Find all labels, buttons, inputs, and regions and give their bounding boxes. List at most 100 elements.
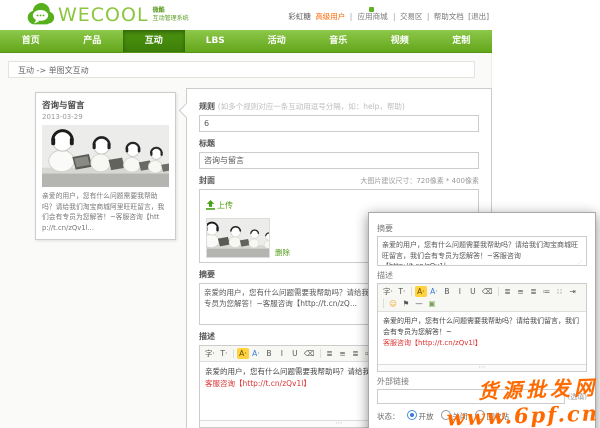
status-option-closed[interactable]: 关闭 (440, 410, 468, 422)
logo-subtitle-cn: 微酷 (152, 6, 165, 14)
popup-external-link-row: (选填) (377, 389, 587, 404)
status-option-open[interactable]: 开放 (406, 410, 434, 422)
message-preview-card: 咨询与留言 2013-03-29 亲爱的用户，您有什么问题需要我帮助吗？请给我们… (35, 92, 176, 241)
wecool-app-window: WECOOL 微酷 互动管理系统 彩虹糖 高级用户 | 应用商城 | 交易区 |… (0, 0, 600, 428)
popup-rich-editor: 字· T· A· A· B I U ⌫ ≣ ≡ ≣ ≔ ∷ ⇥ ☺ ⚑ — ▣ … (377, 283, 587, 372)
cover-label-row: 封面 大图片建议尺寸：720像素 * 400像素 (199, 175, 479, 186)
textarea-resize-grip-icon[interactable]: ⋰ (576, 259, 582, 265)
align-left-button[interactable]: ≣ (324, 348, 336, 359)
nav-item-activity[interactable]: 活动 (246, 30, 308, 52)
nav-item-lbs[interactable]: LBS (185, 30, 247, 52)
media-button[interactable]: ⚑ (400, 298, 412, 309)
toolbar-divider (232, 349, 234, 358)
edit-dialog: 摘要 亲爱的用户，您有什么问题需要我帮助吗？请给我们淘宝商城旺旺留言，我们会有专… (368, 212, 596, 428)
nav-item-video[interactable]: 视频 (369, 30, 431, 52)
popup-summary-label: 摘要 (377, 224, 393, 233)
align-left-button[interactable]: ≣ (502, 286, 514, 297)
toolbar-divider (497, 287, 499, 296)
popup-summary-text: 亲爱的用户，您有什么问题需要我帮助吗？请给我们淘宝商城旺旺留言，我们会有专员为您… (382, 241, 578, 266)
logout-link[interactable]: [退出] (468, 12, 489, 21)
upload-button[interactable]: 上传 (206, 200, 233, 211)
popup-editor-toolbar: 字· T· A· A· B I U ⌫ ≣ ≡ ≣ ≔ ∷ ⇥ ☺ ⚑ — ▣ (378, 284, 586, 312)
popup-editor-text: 亲爱的用户，您有什么问题需要我帮助吗？请给我们留言，我们会有专员为您解答！~ (383, 317, 579, 337)
indent-button[interactable]: ⇥ (567, 286, 579, 297)
radio-icon[interactable] (440, 410, 451, 420)
align-center-button[interactable]: ≡ (515, 286, 527, 297)
preview-date: 2013-03-29 (42, 113, 83, 121)
emoji-button[interactable]: ☺ (387, 298, 399, 309)
customer-service-image (42, 125, 169, 187)
align-right-button[interactable]: ≣ (528, 286, 540, 297)
horizontal-rule-button[interactable]: — (413, 298, 425, 309)
logo-subtitle: 微酷 互动管理系统 (153, 7, 189, 23)
toolbar-divider (319, 349, 321, 358)
rule-label-row: 规则 (如多个规则对应一条互动用逗号分隔，如：help，帮助) (199, 101, 479, 112)
status-label: 状态： (377, 411, 400, 421)
highlight-color-button[interactable]: A· (236, 348, 249, 359)
link-help-docs[interactable]: 帮助文档 (434, 12, 464, 21)
bold-button[interactable]: B (441, 286, 453, 297)
rule-input[interactable] (199, 115, 479, 132)
italic-button[interactable]: I (276, 348, 288, 359)
cloud-speech-logo-icon (27, 3, 55, 25)
nav-item-music[interactable]: 音乐 (308, 30, 370, 52)
logo-subtitle-system: 互动管理系统 (152, 15, 189, 22)
separator: | (393, 12, 396, 21)
popup-external-link-label: 外部链接 (377, 377, 409, 386)
nav-item-home[interactable]: 首页 (0, 30, 62, 52)
link-app-store[interactable]: 应用商城 (357, 7, 389, 21)
bold-button[interactable]: B (263, 348, 275, 359)
align-right-button[interactable]: ≣ (350, 348, 362, 359)
popup-summary-textarea[interactable]: 亲爱的用户，您有什么问题需要我帮助吗？请给我们淘宝商城旺旺留言，我们会有专员为您… (377, 236, 587, 266)
radio-icon[interactable] (474, 410, 485, 420)
link-trade-zone[interactable]: 交易区 (400, 12, 423, 21)
font-size-button[interactable]: T· (396, 286, 408, 297)
preview-summary-text: 亲爱的用户，您有什么问题需要我帮助吗？请给我们淘宝商城阿里旺旺留言，我们会有专员… (42, 192, 165, 232)
rule-label: 规则 (199, 102, 215, 111)
username: 彩虹糖 (288, 12, 311, 21)
font-color-button[interactable]: A· (250, 348, 262, 359)
logo: WECOOL 微酷 互动管理系统 (26, 2, 189, 28)
separator: | (426, 12, 430, 21)
unordered-list-button[interactable]: ∷ (554, 286, 566, 297)
header: WECOOL 微酷 互动管理系统 彩虹糖 高级用户 | 应用商城 | 交易区 |… (0, 0, 600, 30)
new-badge (368, 7, 374, 12)
font-color-button[interactable]: A· (428, 286, 440, 297)
user-level-badge: 高级用户 (315, 12, 346, 21)
italic-button[interactable]: I (454, 286, 466, 297)
image-button[interactable]: ▣ (426, 298, 438, 309)
cover-label: 封面 (199, 176, 215, 185)
ordered-list-button[interactable]: ≔ (541, 286, 553, 297)
font-family-button[interactable]: 字· (381, 286, 395, 297)
status-radio-group: 状态： 开放 关闭 回收站 (377, 410, 587, 422)
popup-external-link-input[interactable] (377, 389, 565, 404)
title-input[interactable] (199, 152, 479, 169)
cover-size-hint: 大图片建议尺寸：720像素 * 400像素 (360, 177, 479, 185)
rule-hint: (如多个规则对应一条互动用逗号分隔，如：help，帮助) (217, 102, 405, 111)
font-family-button[interactable]: 字· (203, 348, 217, 359)
radio-checked-icon[interactable] (406, 410, 417, 420)
status-option-recycle[interactable]: 回收站 (474, 410, 509, 422)
popup-editor-content-area[interactable]: 亲爱的用户，您有什么问题需要我帮助吗？请给我们留言，我们会有专员为您解答！~ 客… (378, 312, 586, 364)
delete-cover-link[interactable]: 删除 (275, 247, 290, 258)
eraser-button[interactable]: ⌫ (480, 286, 495, 297)
eraser-button[interactable]: ⌫ (302, 348, 317, 359)
toolbar-divider (383, 299, 384, 308)
logo-wordmark: WECOOL (58, 4, 149, 26)
popup-description-label: 描述 (377, 271, 393, 280)
title-label: 标题 (199, 139, 215, 148)
nav-item-interaction[interactable]: 互动 (123, 30, 185, 52)
nav-item-product[interactable]: 产品 (62, 30, 124, 52)
separator: | (349, 12, 353, 21)
font-size-button[interactable]: T· (218, 348, 230, 359)
nav-item-custom[interactable]: 定制 (431, 30, 493, 52)
upload-arrow-icon (206, 200, 215, 210)
underline-button[interactable]: U (289, 348, 301, 359)
optional-hint: (选填) (567, 392, 587, 401)
align-center-button[interactable]: ≡ (337, 348, 349, 359)
highlight-color-button[interactable]: A· (414, 286, 427, 297)
popup-editor-resize-handle[interactable]: ⋯ (378, 364, 586, 371)
underline-button[interactable]: U (467, 286, 479, 297)
main-nav: 首页 产品 互动 LBS 活动 音乐 视频 定制 (0, 30, 492, 53)
cover-thumbnail-image (206, 218, 270, 258)
